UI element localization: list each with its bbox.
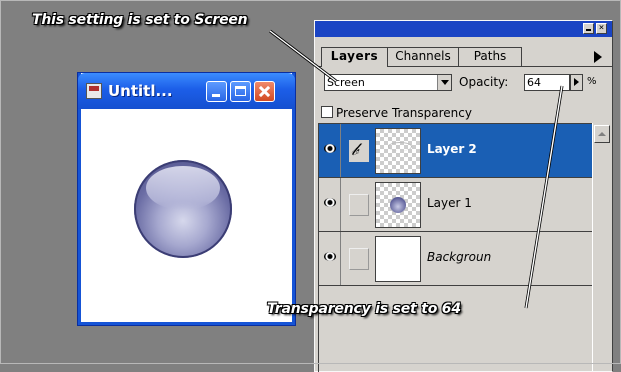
- paintbrush-cell[interactable]: 𝒷: [349, 140, 369, 162]
- preserve-transparency-label: Preserve Transparency: [336, 106, 472, 120]
- preserve-transparency-row[interactable]: Preserve Transparency: [321, 106, 472, 120]
- annotation-opacity: Transparency is set to 64: [267, 301, 461, 317]
- blend-mode-select[interactable]: Screen: [324, 74, 452, 91]
- highlight-thumbnail-shape: [388, 142, 412, 151]
- layer-row-background[interactable]: Backgroun: [319, 232, 593, 286]
- visibility-toggle[interactable]: [319, 124, 341, 177]
- sphere-thumbnail-shape: [390, 197, 406, 213]
- layers-scrollbar[interactable]: [592, 123, 611, 371]
- minimize-button[interactable]: [206, 81, 227, 102]
- layers-list: 𝒷 Layer 2 Layer 1 Backgroun: [318, 123, 593, 372]
- eye-icon: [324, 252, 336, 261]
- tab-channels[interactable]: Channels: [387, 47, 459, 66]
- scroll-up-arrow-icon[interactable]: [594, 125, 610, 143]
- close-button[interactable]: [254, 81, 275, 102]
- palette-menu-arrow-icon[interactable]: [594, 51, 602, 63]
- document-title: Untitl...: [108, 82, 173, 100]
- document-icon: [86, 83, 102, 99]
- layer-row-layer-1[interactable]: Layer 1: [319, 178, 593, 232]
- layer-name: Backgroun: [427, 250, 492, 264]
- glass-sphere-image: [134, 160, 232, 258]
- link-cell[interactable]: [349, 194, 369, 216]
- tab-layers[interactable]: Layers: [321, 47, 388, 67]
- maximize-button[interactable]: [230, 81, 251, 102]
- layer-row-layer-2[interactable]: 𝒷 Layer 2: [319, 124, 593, 178]
- tab-paths[interactable]: Paths: [458, 47, 522, 66]
- layer-name: Layer 1: [427, 196, 472, 210]
- layer-thumbnail: [375, 182, 421, 228]
- paintbrush-icon: 𝒷: [351, 140, 359, 160]
- palette-close-button[interactable]: ×: [596, 23, 607, 34]
- visibility-toggle[interactable]: [319, 232, 341, 285]
- annotation-blend-mode: This setting is set to Screen: [32, 12, 248, 28]
- layers-palette: × Layers Channels Paths Screen Opacity: …: [314, 20, 613, 372]
- palette-title-bar[interactable]: ×: [315, 21, 612, 37]
- opacity-label: Opacity:: [459, 75, 509, 89]
- preserve-transparency-checkbox[interactable]: [321, 106, 333, 118]
- layer-name: Layer 2: [427, 142, 477, 156]
- layer-thumbnail: [375, 236, 421, 282]
- eye-icon: [324, 198, 336, 207]
- blend-mode-value: Screen: [327, 76, 365, 89]
- opacity-slider-arrow-icon[interactable]: [570, 74, 583, 91]
- layer-thumbnail: [375, 128, 421, 174]
- opacity-input[interactable]: 64: [524, 74, 570, 91]
- document-window: Untitl...: [78, 73, 295, 325]
- link-cell[interactable]: [349, 248, 369, 270]
- document-title-bar[interactable]: Untitl...: [78, 73, 295, 109]
- visibility-toggle[interactable]: [319, 178, 341, 231]
- percent-sign: %: [587, 76, 597, 87]
- chevron-down-icon[interactable]: [437, 75, 451, 90]
- eye-icon: [324, 144, 336, 153]
- palette-minimize-button[interactable]: [583, 23, 594, 34]
